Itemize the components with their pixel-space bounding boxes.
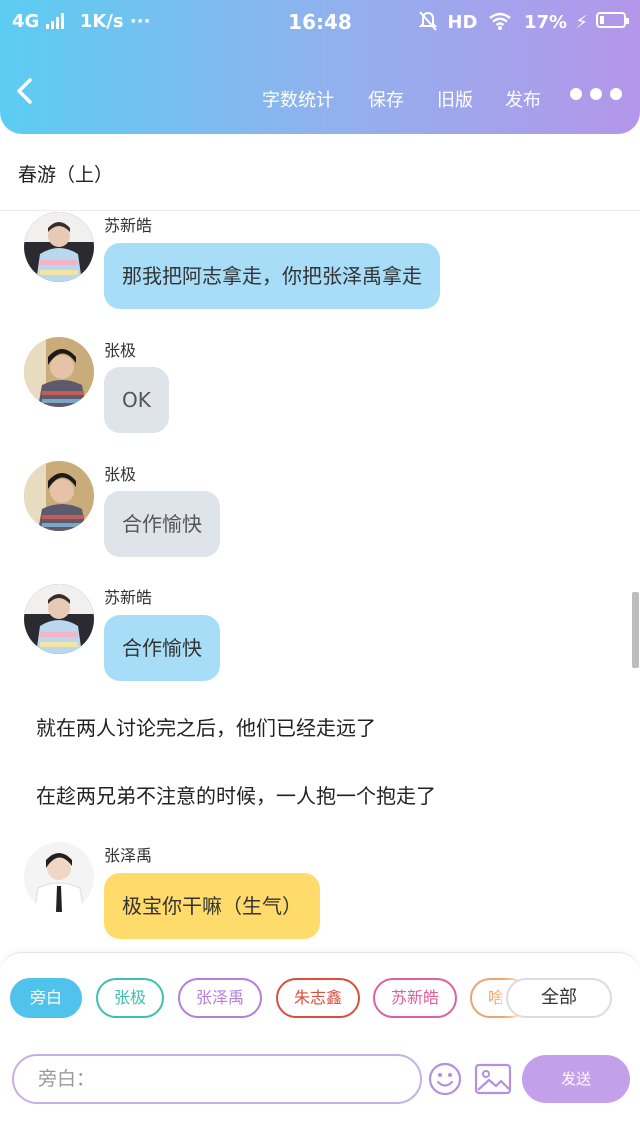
header-bar: 4G 1K/s ··· 16:48 HD 17% ⚡ 字数统计 保存 旧版 发布 bbox=[0, 0, 640, 134]
character-chip-zhu-zhixin[interactable]: 朱志鑫 bbox=[276, 978, 360, 1018]
word-count-button[interactable]: 字数统计 bbox=[262, 86, 334, 112]
chevron-left-icon bbox=[17, 78, 32, 104]
avatar-zhang-zeyu[interactable] bbox=[24, 842, 94, 912]
old-version-button[interactable]: 旧版 bbox=[437, 86, 473, 112]
message-bubble[interactable]: OK bbox=[104, 367, 169, 433]
image-button[interactable] bbox=[474, 1062, 512, 1096]
more-menu-button[interactable] bbox=[570, 88, 622, 100]
scrollbar[interactable] bbox=[632, 592, 639, 668]
more-dot-icon bbox=[610, 88, 622, 100]
avatar-su-xinhao[interactable] bbox=[24, 212, 94, 282]
status-bar: 4G 1K/s ··· 16:48 HD 17% ⚡ bbox=[0, 0, 640, 44]
avatar-zhang-ji[interactable] bbox=[24, 461, 94, 531]
mute-icon bbox=[418, 11, 438, 36]
save-button[interactable]: 保存 bbox=[368, 86, 404, 112]
character-chip-zhang-ji[interactable]: 张极 bbox=[96, 978, 164, 1018]
avatar-zhang-ji[interactable] bbox=[24, 337, 94, 407]
emoji-button[interactable] bbox=[428, 1062, 462, 1096]
narration-text[interactable]: 在趁两兄弟不注意的时候，一人抱一个抱走了 bbox=[36, 780, 436, 809]
divider bbox=[0, 210, 640, 211]
status-right: HD 17% ⚡ bbox=[418, 11, 588, 36]
avatar-su-xinhao[interactable] bbox=[24, 584, 94, 654]
character-chip-su-xinhao[interactable]: 苏新皓 bbox=[373, 978, 457, 1018]
battery-percent: 17% bbox=[523, 12, 568, 33]
message-bubble[interactable]: 那我把阿志拿走，你把张泽禹拿走 bbox=[104, 243, 440, 309]
hd-label: HD bbox=[447, 12, 478, 33]
narration-text[interactable]: 就在两人讨论完之后，他们已经走远了 bbox=[36, 712, 376, 741]
image-icon bbox=[474, 1063, 512, 1095]
more-dot-icon bbox=[570, 88, 582, 100]
wifi-icon bbox=[488, 12, 512, 35]
smile-icon bbox=[428, 1062, 462, 1096]
character-chip-narrator[interactable]: 旁白 bbox=[10, 978, 82, 1018]
message-bubble[interactable]: 合作愉快 bbox=[104, 615, 220, 681]
publish-button[interactable]: 发布 bbox=[505, 86, 541, 112]
speaker-name: 苏新皓 bbox=[104, 216, 153, 235]
send-button[interactable]: 发送 bbox=[522, 1055, 630, 1103]
message-bubble[interactable]: 极宝你干嘛（生气） bbox=[104, 873, 320, 939]
speaker-name: 张极 bbox=[104, 465, 137, 484]
message-bubble[interactable]: 合作愉快 bbox=[104, 491, 220, 557]
battery-icon bbox=[596, 12, 629, 28]
back-button[interactable] bbox=[14, 74, 54, 118]
more-dot-icon bbox=[590, 88, 602, 100]
speaker-name: 张极 bbox=[104, 341, 137, 360]
speaker-name: 张泽禹 bbox=[104, 846, 153, 865]
speaker-name: 苏新皓 bbox=[104, 588, 153, 607]
charging-icon: ⚡ bbox=[575, 12, 588, 33]
message-input[interactable] bbox=[12, 1054, 422, 1104]
all-characters-button[interactable]: 全部 bbox=[506, 978, 612, 1018]
character-chip-zhang-zeyu[interactable]: 张泽禹 bbox=[178, 978, 262, 1018]
story-title[interactable]: 春游（上） bbox=[18, 160, 113, 187]
